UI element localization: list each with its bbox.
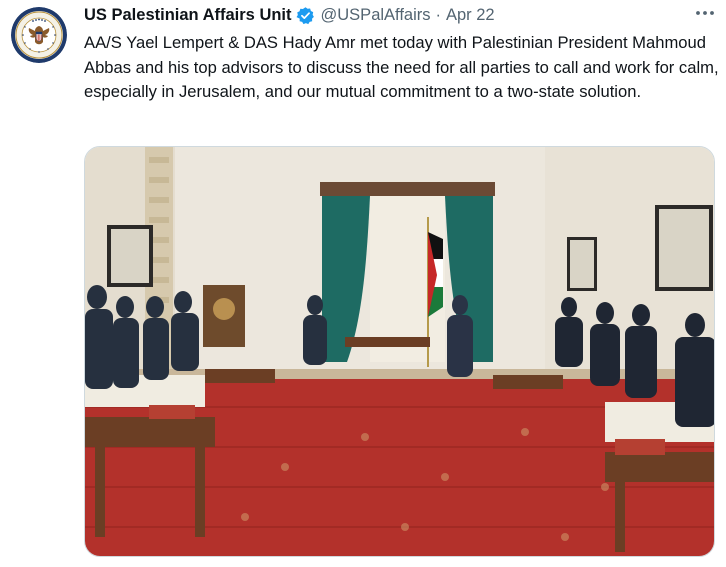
tweet: US Palestinian Affairs Unit @USPalAffair… bbox=[0, 0, 726, 567]
tweet-date[interactable]: Apr 22 bbox=[446, 6, 495, 25]
meeting-photo-image bbox=[85, 147, 714, 556]
display-name[interactable]: US Palestinian Affairs Unit bbox=[84, 6, 292, 25]
more-options-button[interactable] bbox=[694, 4, 716, 22]
separator-dot: · bbox=[435, 5, 442, 24]
tweet-text: AA/S Yael Lempert & DAS Hady Amr met tod… bbox=[84, 33, 719, 101]
tweet-photo[interactable] bbox=[84, 146, 715, 557]
avatar[interactable] bbox=[11, 7, 67, 63]
verified-badge-icon bbox=[296, 6, 315, 25]
handle[interactable]: @USPalAffairs bbox=[321, 6, 431, 25]
tweet-header: US Palestinian Affairs Unit @USPalAffair… bbox=[84, 4, 495, 26]
more-dots-icon bbox=[696, 11, 714, 15]
state-department-seal-icon bbox=[11, 7, 67, 63]
